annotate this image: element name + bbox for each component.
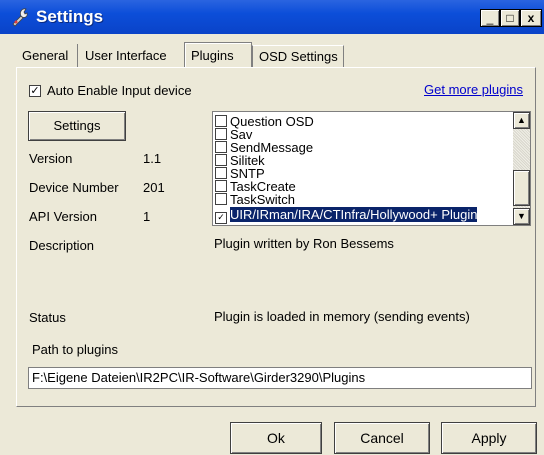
tab-plugins[interactable]: Plugins — [184, 42, 252, 68]
apply-button[interactable]: Apply — [441, 422, 537, 454]
title-bar[interactable]: Settings _ □ x — [0, 0, 544, 34]
minimize-button[interactable]: _ — [480, 9, 500, 27]
device-number-label: Device Number — [29, 180, 119, 195]
scroll-thumb[interactable] — [513, 170, 530, 206]
list-item-checkbox[interactable] — [215, 141, 227, 153]
list-item-checkbox[interactable] — [215, 193, 227, 205]
api-version-value: 1 — [143, 209, 151, 224]
plugin-path-input[interactable]: F:\Eigene Dateien\IR2PC\IR-Software\Gird… — [28, 367, 532, 389]
cancel-button[interactable]: Cancel — [334, 422, 430, 454]
status-value: Plugin is loaded in memory (sending even… — [214, 309, 470, 324]
description-value: Plugin written by Ron Bessems — [214, 236, 394, 251]
list-item[interactable]: TaskSwitch — [215, 193, 509, 206]
version-value: 1.1 — [143, 151, 162, 166]
api-version-label: API Version — [29, 209, 97, 224]
version-label: Version — [29, 151, 73, 166]
auto-enable-label: Auto Enable Input device — [47, 83, 192, 98]
tab-user-interface[interactable]: User Interface — [79, 44, 184, 67]
list-item-selected[interactable]: ✓ UIR/IRman/IRA/CTInfra/Hollywood+ Plugin — [215, 207, 509, 224]
list-item-checkbox[interactable]: ✓ — [215, 212, 227, 224]
plugin-list[interactable]: Question OSD Sav SendMessage Silitek SNT… — [212, 111, 531, 226]
maximize-button[interactable]: □ — [500, 9, 520, 27]
list-item-label: UIR/IRman/IRA/CTInfra/Hollywood+ Plugin — [230, 207, 478, 222]
ok-button[interactable]: Ok — [230, 422, 322, 454]
scroll-down-arrow-icon[interactable]: ▼ — [513, 208, 530, 225]
list-item-checkbox[interactable] — [215, 180, 227, 192]
description-label: Description — [29, 238, 95, 253]
settings-app-icon — [12, 8, 28, 27]
list-item-checkbox[interactable] — [215, 128, 227, 140]
status-label: Status — [29, 310, 66, 325]
device-number-value: 201 — [143, 180, 165, 195]
scroll-up-arrow-icon[interactable]: ▲ — [513, 112, 530, 129]
window-title: Settings — [36, 7, 104, 26]
tab-general[interactable]: General — [16, 44, 78, 67]
list-item-label: TaskSwitch — [230, 192, 296, 207]
list-item-checkbox[interactable] — [215, 167, 227, 179]
plugin-list-scrollbar[interactable]: ▲ ▼ — [513, 112, 530, 225]
list-item-checkbox[interactable] — [215, 115, 227, 127]
tab-osd-settings[interactable]: OSD Settings — [252, 45, 344, 67]
get-more-plugins-link[interactable]: Get more plugins — [424, 82, 523, 97]
settings-window: Settings _ □ x General User Interface Pl… — [0, 0, 544, 455]
list-item-checkbox[interactable] — [215, 154, 227, 166]
path-label: Path to plugins — [32, 342, 119, 357]
auto-enable-checkbox[interactable]: ✓ — [29, 85, 41, 97]
plugin-settings-button[interactable]: Settings — [28, 111, 126, 141]
close-button[interactable]: x — [520, 9, 542, 27]
list-item[interactable]: Question OSD — [215, 115, 509, 128]
